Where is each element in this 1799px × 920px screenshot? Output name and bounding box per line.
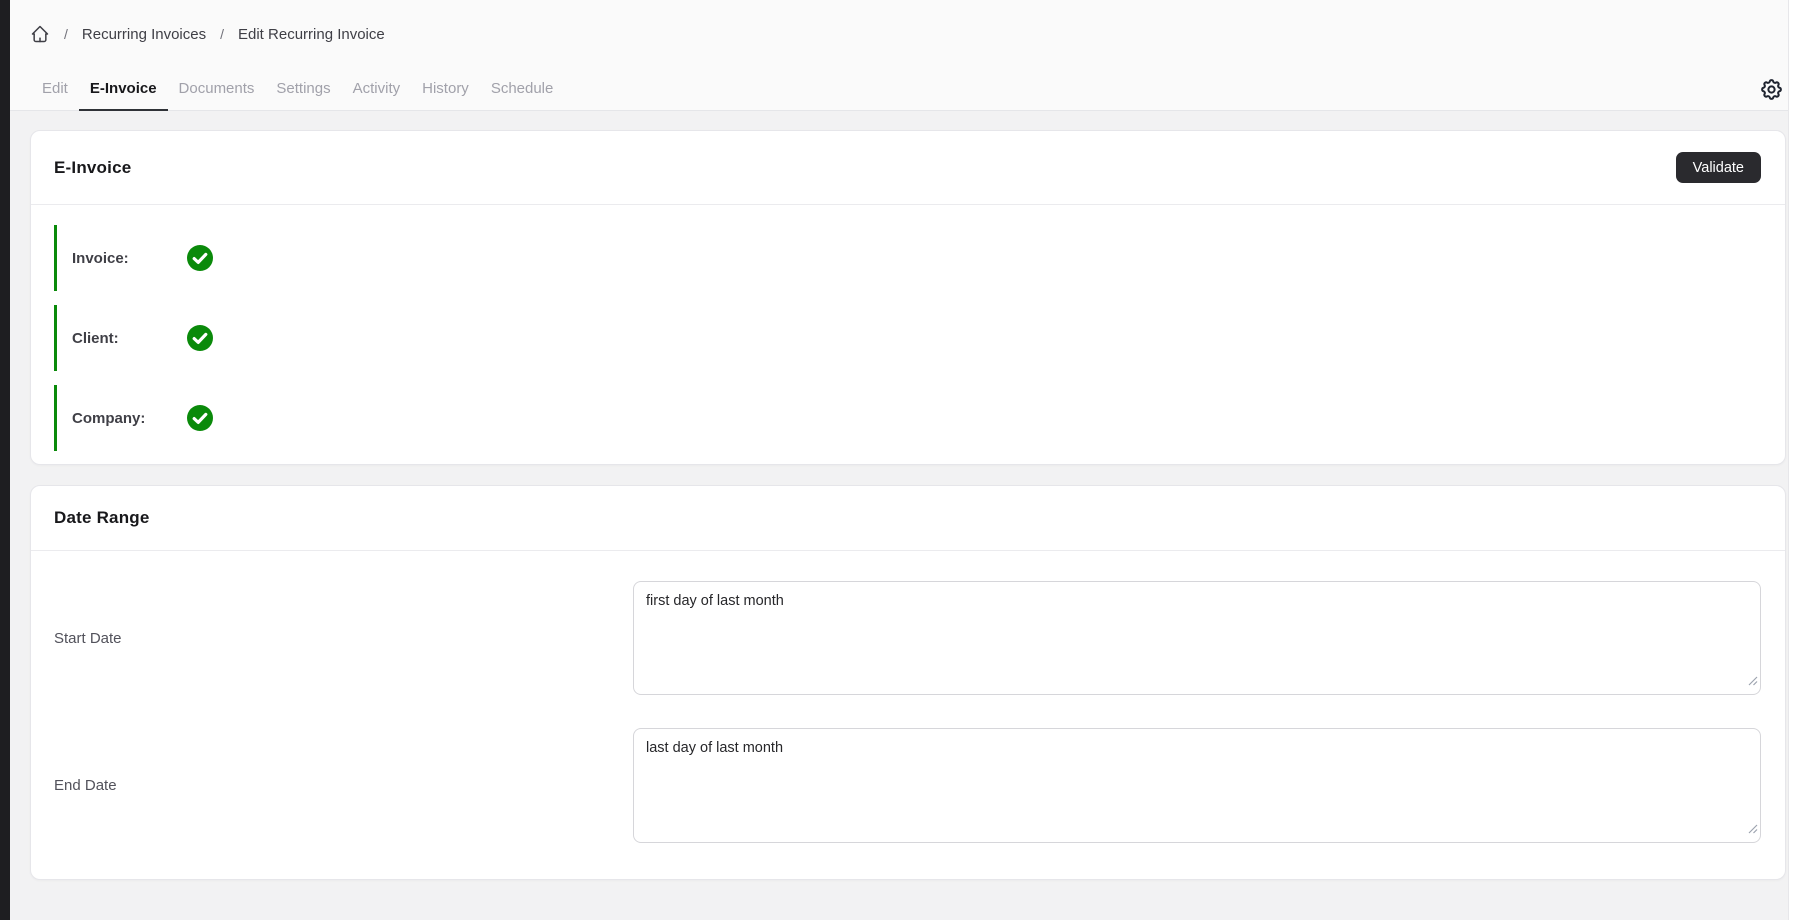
check-row-company: Company: [54,385,1762,451]
gear-icon [1759,77,1785,102]
check-circle-icon [186,324,214,352]
end-date-field-row: End Date last day of last month [54,728,1761,843]
scrollbar-track[interactable] [1788,0,1799,920]
page-header: / Recurring Invoices / Edit Recurring In… [10,0,1788,111]
e-invoice-card-body: Invoice: Client: [31,205,1785,464]
check-row-label: Invoice: [72,250,172,267]
check-circle-icon [186,404,214,432]
date-range-card-body: Start Date first day of last month End D… [31,551,1785,879]
date-range-card: Date Range Start Date first day of last … [30,485,1786,880]
check-row-label: Client: [72,330,172,347]
breadcrumb-item-recurring-invoices[interactable]: Recurring Invoices [82,26,206,43]
e-invoice-card-title: E-Invoice [54,158,131,178]
start-date-label: Start Date [54,630,633,647]
tab-activity[interactable]: Activity [342,80,412,111]
tab-bar: Edit E-Invoice Documents Settings Activi… [31,80,564,111]
end-date-textarea[interactable]: last day of last month [633,728,1761,843]
date-range-card-header: Date Range [31,486,1785,551]
tab-e-invoice[interactable]: E-Invoice [79,80,168,111]
breadcrumb-item-edit-recurring-invoice[interactable]: Edit Recurring Invoice [238,26,385,43]
breadcrumb: / Recurring Invoices / Edit Recurring In… [30,24,385,44]
date-range-card-title: Date Range [54,508,150,528]
validate-button[interactable]: Validate [1676,152,1761,183]
tab-schedule[interactable]: Schedule [480,80,565,111]
check-circle-icon [186,244,214,272]
tab-edit[interactable]: Edit [31,80,79,111]
app: / Recurring Invoices / Edit Recurring In… [10,0,1788,920]
e-invoice-card-header: E-Invoice Validate [31,131,1785,205]
tab-documents[interactable]: Documents [168,80,266,111]
check-row-invoice: Invoice: [54,225,1762,291]
tab-history[interactable]: History [411,80,480,111]
end-date-label: End Date [54,777,633,794]
breadcrumb-separator: / [220,26,224,42]
main-content: E-Invoice Validate Invoice: Client: [10,111,1788,920]
e-invoice-card: E-Invoice Validate Invoice: Client: [30,130,1786,465]
tab-settings[interactable]: Settings [265,80,341,111]
collapsed-sidebar-edge [0,0,10,920]
home-icon[interactable] [30,24,50,44]
settings-gear-button[interactable] [1759,76,1785,102]
start-date-textarea[interactable]: first day of last month [633,581,1761,695]
start-date-field-row: Start Date first day of last month [54,581,1761,695]
check-row-label: Company: [72,410,172,427]
breadcrumb-separator: / [64,26,68,42]
check-row-client: Client: [54,305,1762,371]
